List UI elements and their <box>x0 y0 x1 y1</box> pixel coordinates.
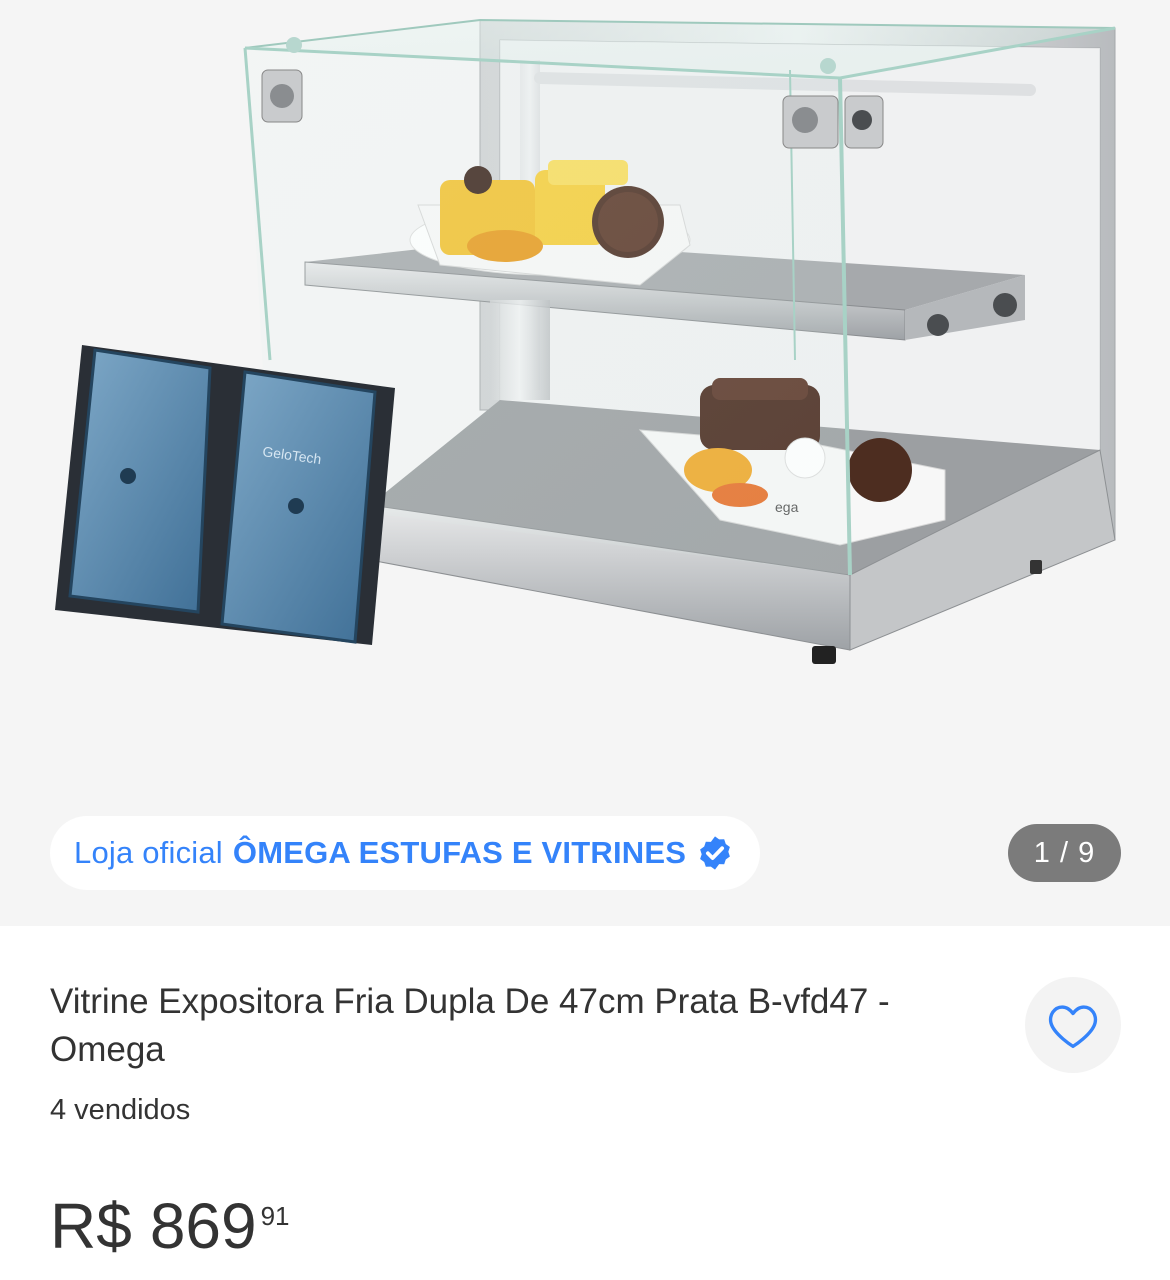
product-title: Vitrine Expositora Fria Dupla De 47cm Pr… <box>50 982 890 1069</box>
image-gallery[interactable]: ega GeloTech Loja oficial ÔMEGA ESTUFAS … <box>0 0 1170 926</box>
favorite-button[interactable] <box>1025 977 1121 1073</box>
store-name-link[interactable]: ÔMEGA ESTUFAS E VITRINES <box>233 835 686 871</box>
price: R$ 869 91 <box>50 1190 290 1262</box>
price-currency: R$ <box>50 1190 132 1262</box>
sold-count: 4 vendidos <box>50 1094 191 1126</box>
price-cents: 91 <box>260 1201 290 1231</box>
image-counter: 1 / 9 <box>1008 824 1121 882</box>
verified-badge-icon <box>700 836 730 870</box>
heart-outline-icon <box>1048 1005 1098 1049</box>
official-store-badge[interactable]: Loja oficial ÔMEGA ESTUFAS E VITRINES <box>50 816 761 890</box>
official-store-label: Loja oficial <box>74 835 223 870</box>
product-image[interactable]: ega GeloTech <box>0 0 1170 790</box>
price-integer: 869 <box>149 1190 257 1262</box>
